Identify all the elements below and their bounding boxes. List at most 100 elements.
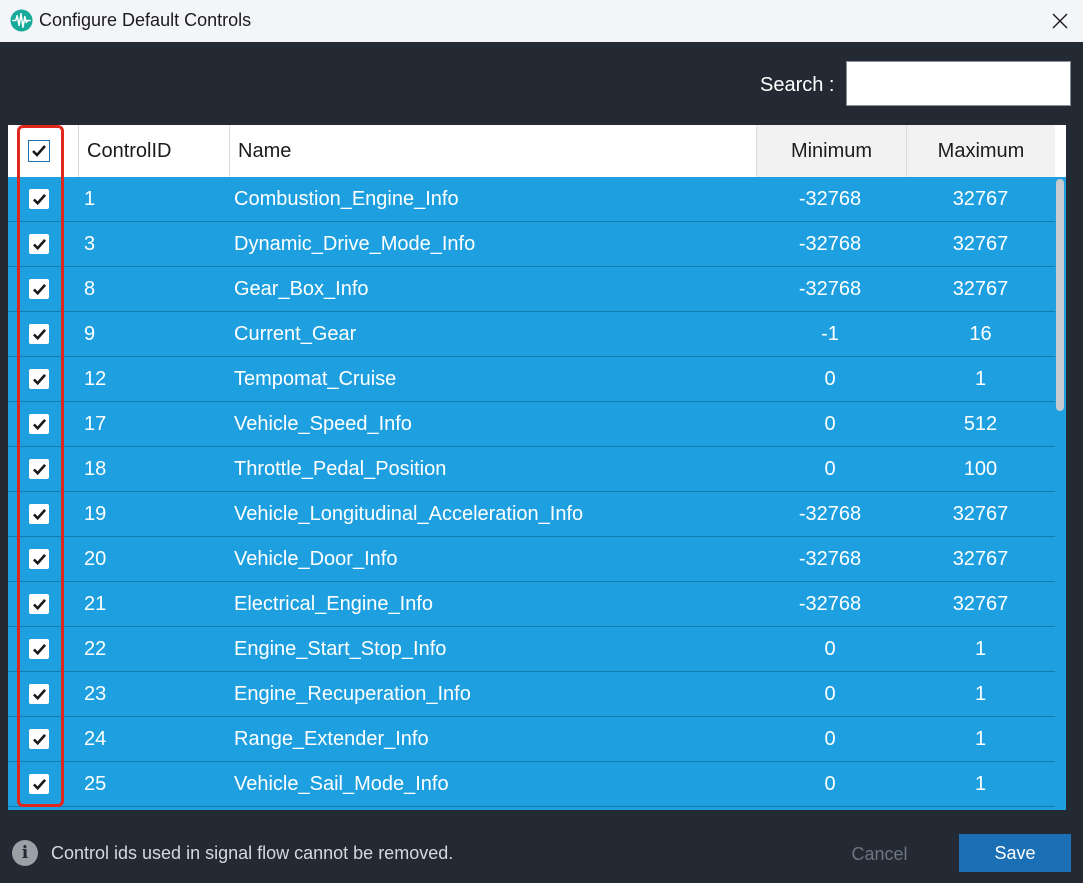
maximum-cell: 512 — [963, 412, 998, 435]
maximum-cell: 1 — [974, 682, 987, 705]
checkmark-icon — [32, 418, 46, 430]
row-checkbox[interactable] — [29, 729, 49, 749]
row-checkbox[interactable] — [29, 279, 49, 299]
header-maximum[interactable]: Maximum — [906, 125, 1055, 177]
checkmark-icon — [32, 733, 46, 745]
checkmark-icon — [32, 145, 46, 157]
checkmark-icon — [32, 463, 46, 475]
maximum-cell: 32767 — [952, 232, 1009, 255]
table-row[interactable]: 8 Gear_Box_Info -32768 32767 — [8, 267, 1055, 312]
table-row[interactable]: 18 Throttle_Pedal_Position 0 100 — [8, 447, 1055, 492]
footer-info-text: Control ids used in signal flow cannot b… — [51, 843, 454, 863]
name-cell: Vehicle_Door_Info — [234, 547, 398, 570]
maximum-cell: 1 — [974, 367, 987, 390]
minimum-cell: -32768 — [798, 592, 862, 615]
checkmark-icon — [32, 688, 46, 700]
name-cell: Vehicle_Longitudinal_Acceleration_Info — [234, 502, 584, 525]
table-row[interactable]: 17 Vehicle_Speed_Info 0 512 — [8, 402, 1055, 447]
name-cell: Engine_Start_Stop_Info — [234, 637, 447, 660]
waveform-icon — [10, 9, 33, 32]
row-checkbox[interactable] — [29, 504, 49, 524]
maximum-cell: 32767 — [952, 187, 1009, 210]
row-checkbox[interactable] — [29, 639, 49, 659]
control-id-cell: 21 — [84, 592, 107, 615]
row-checkbox[interactable] — [29, 324, 49, 344]
table-row[interactable]: 21 Electrical_Engine_Info -32768 32767 — [8, 582, 1055, 627]
close-icon — [1052, 13, 1068, 29]
save-button[interactable]: Save — [959, 834, 1071, 872]
name-cell: Throttle_Pedal_Position — [234, 457, 447, 480]
table-row[interactable]: 1 Combustion_Engine_Info -32768 32767 — [8, 177, 1055, 222]
minimum-cell: 0 — [824, 367, 836, 390]
table-row[interactable]: 22 Engine_Start_Stop_Info 0 1 — [8, 627, 1055, 672]
control-id-cell: 22 — [84, 637, 107, 660]
minimum-cell: 0 — [824, 637, 836, 660]
maximum-cell: 32767 — [952, 592, 1009, 615]
control-id-cell: 25 — [84, 772, 107, 795]
row-checkbox[interactable] — [29, 774, 49, 794]
row-checkbox[interactable] — [29, 549, 49, 569]
row-checkbox[interactable] — [29, 459, 49, 479]
table-row[interactable]: 19 Vehicle_Longitudinal_Acceleration_Inf… — [8, 492, 1055, 537]
vertical-scrollbar[interactable] — [1055, 177, 1066, 810]
window-title: Configure Default Controls — [39, 10, 252, 30]
maximum-cell: 100 — [963, 457, 998, 480]
name-cell: Engine_Recuperation_Info — [234, 682, 471, 705]
row-checkbox[interactable] — [29, 594, 49, 614]
checkmark-icon — [32, 328, 46, 340]
maximum-cell: 1 — [974, 772, 987, 795]
select-all-checkbox[interactable] — [28, 140, 50, 162]
maximum-cell: 16 — [969, 322, 992, 345]
table-row[interactable]: 9 Current_Gear -1 16 — [8, 312, 1055, 357]
table-row[interactable]: 3 Dynamic_Drive_Mode_Info -32768 32767 — [8, 222, 1055, 267]
name-cell: Range_Extender_Info — [234, 727, 429, 750]
header-minimum[interactable]: Minimum — [756, 125, 906, 177]
select-all-cell — [27, 125, 51, 177]
checkmark-icon — [32, 643, 46, 655]
header-name[interactable]: Name — [229, 125, 756, 177]
checkmark-icon — [32, 598, 46, 610]
table-row[interactable]: 20 Vehicle_Door_Info -32768 32767 — [8, 537, 1055, 582]
header-controlid[interactable]: ControlID — [78, 125, 229, 177]
minimum-cell: -32768 — [798, 547, 862, 570]
row-checkbox[interactable] — [29, 414, 49, 434]
minimum-cell: -32768 — [798, 187, 862, 210]
cancel-button[interactable]: Cancel — [808, 835, 951, 873]
maximum-cell: 32767 — [952, 547, 1009, 570]
table-row[interactable]: 25 Vehicle_Sail_Mode_Info 0 1 — [8, 762, 1055, 807]
checkmark-icon — [32, 553, 46, 565]
control-id-cell: 20 — [84, 547, 107, 570]
minimum-cell: -32768 — [798, 502, 862, 525]
row-checkbox[interactable] — [29, 684, 49, 704]
control-id-cell: 17 — [84, 412, 107, 435]
close-button[interactable] — [1037, 0, 1083, 42]
row-checkbox[interactable] — [29, 369, 49, 389]
scrollbar-thumb[interactable] — [1056, 179, 1064, 411]
header-controlid-label: ControlID — [87, 139, 172, 162]
search-input[interactable] — [846, 61, 1071, 106]
table-row[interactable]: 12 Tempomat_Cruise 0 1 — [8, 357, 1055, 402]
table-row[interactable]: 23 Engine_Recuperation_Info 0 1 — [8, 672, 1055, 717]
checkmark-icon — [32, 283, 46, 295]
minimum-cell: -1 — [821, 322, 839, 345]
row-checkbox[interactable] — [29, 189, 49, 209]
header-minimum-label: Minimum — [790, 139, 873, 162]
minimum-cell: -32768 — [798, 232, 862, 255]
table-body: 1 Combustion_Engine_Info -32768 32767 3 … — [8, 177, 1055, 810]
minimum-cell: -32768 — [798, 277, 862, 300]
name-cell: Tempomat_Cruise — [234, 367, 397, 390]
control-id-cell: 12 — [84, 367, 107, 390]
search-label: Search : — [760, 74, 835, 96]
control-id-cell: 3 — [84, 232, 96, 255]
maximum-cell: 1 — [974, 727, 987, 750]
table-row[interactable]: 24 Range_Extender_Info 0 1 — [8, 717, 1055, 762]
control-id-cell: 8 — [84, 277, 96, 300]
name-cell: Combustion_Engine_Info — [234, 187, 459, 210]
name-cell: Vehicle_Speed_Info — [234, 412, 412, 435]
checkmark-icon — [32, 193, 46, 205]
checkmark-icon — [32, 778, 46, 790]
info-icon: i — [12, 840, 38, 866]
controls-table: ControlID Name Minimum Maximum 1 Combust… — [8, 125, 1066, 810]
row-checkbox[interactable] — [29, 234, 49, 254]
name-cell: Electrical_Engine_Info — [234, 592, 434, 615]
